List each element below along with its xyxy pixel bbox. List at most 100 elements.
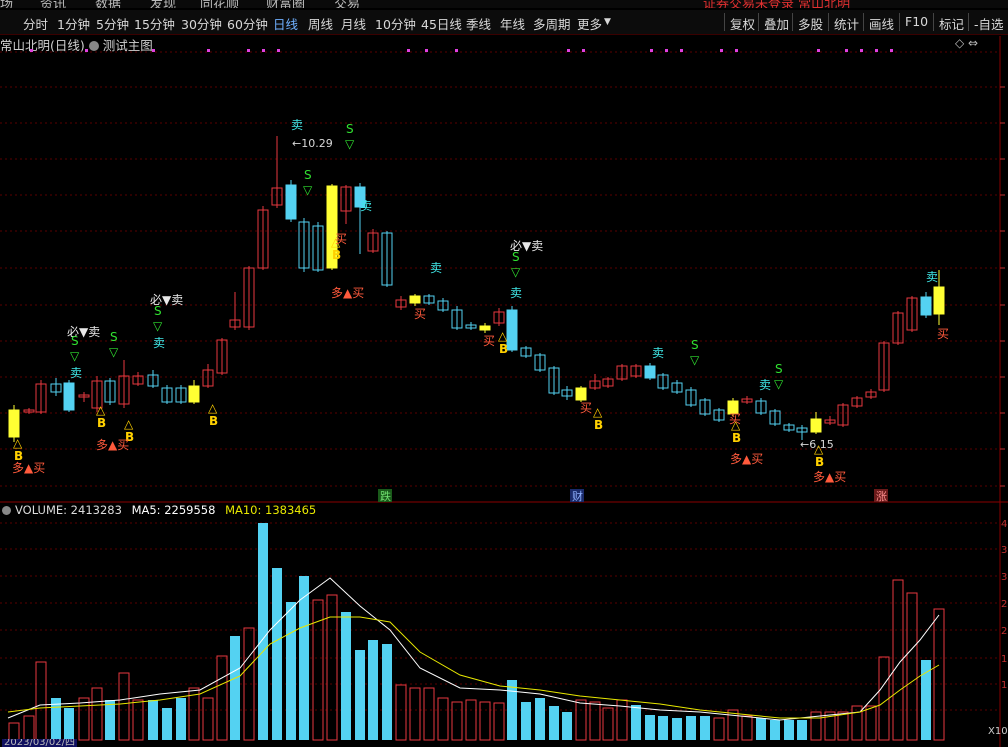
volume-bar [409,687,421,741]
volume-bar [549,706,559,740]
down-triangle-icon: ▽ [303,183,313,197]
down-triangle-icon: ▽ [345,137,355,151]
volume-bar [878,656,890,741]
volume-value: VOLUME: 2413283 [15,503,122,517]
volume-bar [756,718,766,740]
duo-buy-signal: 多▲买 [96,438,129,452]
s-signal: S [346,122,354,136]
volume-bar [575,699,587,741]
volume-bar [395,684,407,741]
volume-bar [589,701,601,741]
volume-bar [272,568,282,740]
volume-bar [286,602,296,740]
buy-signal: 买 [335,232,347,246]
volume-bar [423,687,435,741]
signal-dot [455,49,458,52]
volume-bar [230,636,240,740]
ma5-value: MA5: 2259558 [131,503,216,517]
s-signal: S [304,168,312,182]
candle-body [409,295,421,304]
volume-bar [507,680,517,740]
s-signal: S [110,330,118,344]
candle-body [8,409,20,438]
volume-bar [341,612,351,740]
s-signal: S [691,338,699,352]
volume-bar [216,655,228,741]
candle-body [188,385,200,403]
duo-buy-signal: 多▲买 [331,286,364,300]
candle-body [506,309,518,351]
axis-tick-label: 3 [1001,545,1007,556]
buy-signal: 买 [483,334,495,348]
signal-dot [665,49,668,52]
s-signal: S [775,362,783,376]
axis-tick-label: 1 [1001,654,1007,665]
volume-bar [602,707,614,741]
ma5-line [7,577,940,721]
candle-body [285,184,297,220]
down-triangle-icon: ▽ [153,319,163,333]
candle-body [575,387,587,401]
volume-bar [148,700,158,740]
kline-chart[interactable]: 4332211←10.29←6.15卖卖卖卖卖卖卖卖卖必▼卖必▼卖必▼卖S▽S▽… [0,0,1008,747]
volume-bar [535,698,545,740]
volume-bar [686,716,696,740]
signal-dot [277,49,280,52]
axis-tick-label: 2 [1001,626,1007,637]
buy-signal: 买 [937,327,949,341]
buy-signal: 买 [580,401,592,415]
sell-signal: 卖 [153,336,165,350]
signal-dot [407,49,410,52]
axis-tick-label: 3 [1001,572,1007,583]
volume-bar [8,722,20,741]
up-triangle-icon: △ [208,401,218,415]
volume-bar [713,717,725,741]
volume-bar [132,699,144,741]
volume-bar [355,650,365,740]
volume-bar [35,661,47,741]
b-signal: B [209,414,218,428]
volume-bar [176,698,186,740]
volume-bar [368,640,378,740]
volume-bar [202,697,214,741]
signal-dot [425,49,428,52]
volume-bar [465,699,477,741]
volume-bar [631,705,641,740]
buy-signal: 买 [729,412,741,426]
signal-dot [875,49,878,52]
buy-signal: 买 [414,307,426,321]
volume-bar [479,701,491,741]
down-triangle-icon: ▽ [774,377,784,391]
b-signal: B [815,455,824,469]
volume-bar [933,608,945,741]
down-triangle-icon: ▽ [109,345,119,359]
signal-dot [680,49,683,52]
down-triangle-icon: ▽ [70,349,80,363]
volume-header: VOLUME: 2413283 MA5: 2259558 MA10: 13834… [0,503,316,517]
signal-dot [567,49,570,52]
volume-bar [906,592,918,741]
ma10-line [7,616,940,719]
volume-bar [658,716,668,740]
b-signal: B [594,418,603,432]
up-triangle-icon: △ [13,436,23,450]
b-signal: B [97,416,106,430]
signal-dot [152,49,155,52]
settings-circle-icon[interactable] [2,506,11,515]
axis-tick-label: 2 [1001,599,1007,610]
duo-buy-signal: 多▲买 [12,461,45,475]
duo-buy-signal: 多▲买 [730,452,763,466]
sell-signal: 卖 [430,261,442,275]
axis-tick-label: 1 [1001,680,1007,691]
sell-signal: 卖 [510,286,522,300]
candle-body [63,382,75,411]
volume-bar [865,705,877,741]
signal-dot [735,49,738,52]
event-tag: 跌 [380,489,391,503]
candle-body [479,325,491,331]
sell-signal: 卖 [70,366,82,380]
ma10-value: MA10: 1383465 [225,503,317,517]
up-triangle-icon: △ [593,405,603,419]
sell-signal: 卖 [926,270,938,284]
volume-bar [162,708,172,740]
